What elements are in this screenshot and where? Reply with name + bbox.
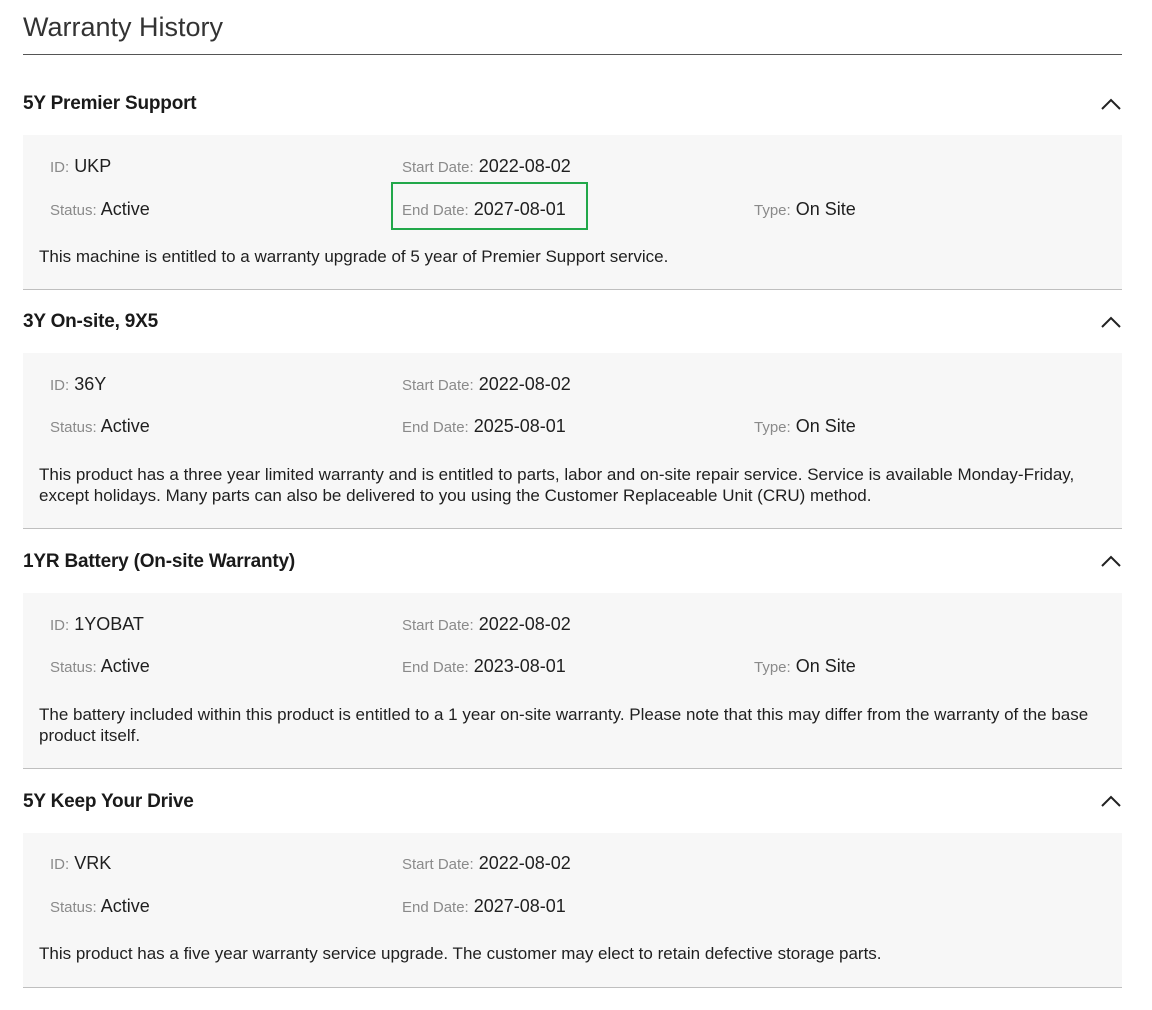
type-field: Type: On Site (754, 416, 856, 436)
warranty-section-keep-your-drive: 5Y Keep Your Drive ID: VRK Start Date: 2… (23, 769, 1122, 988)
type-value: On Site (795, 656, 856, 676)
end-date-label: End Date (402, 202, 465, 219)
end-date-field: End Date: 2023-08-01 (402, 656, 566, 676)
status-field: Status: Active (50, 416, 150, 436)
type-value: On Site (795, 416, 856, 436)
type-field: Type: On Site (754, 199, 856, 219)
end-date-value: 2027-08-01 (473, 896, 566, 916)
end-date-label: End Date (402, 899, 465, 916)
status-label: Status (50, 899, 93, 916)
status-field: Status: Active (50, 656, 150, 676)
section-title: 5Y Keep Your Drive (23, 791, 194, 812)
id-label: ID (50, 617, 65, 634)
section-body: ID: 36Y Start Date: 2022-08-02 Status: A… (23, 353, 1122, 529)
id-value: 36Y (74, 374, 107, 394)
id-field: ID: 1YOBAT (50, 614, 144, 634)
warranty-section-premier-support: 5Y Premier Support ID: UKP Start Date: 2… (23, 55, 1122, 290)
id-field: ID: UKP (50, 156, 112, 176)
start-date-value: 2022-08-02 (478, 156, 571, 176)
section-title: 1YR Battery (On-site Warranty) (23, 551, 296, 572)
chevron-up-icon[interactable] (1100, 315, 1122, 329)
chevron-up-icon[interactable] (1100, 794, 1122, 808)
status-label: Status (50, 202, 93, 219)
status-label: Status (50, 659, 93, 676)
warranty-section-onsite-9x5: 3Y On-site, 9X5 ID: 36Y Start Date: 2022… (23, 290, 1122, 529)
status-value: Active (100, 416, 150, 436)
end-date-field: End Date: 2027-08-01 (402, 199, 566, 219)
start-date-label: Start Date (402, 856, 470, 873)
status-field: Status: Active (50, 896, 150, 916)
section-body: ID: VRK Start Date: 2022-08-02 Status: A… (23, 833, 1122, 988)
status-value: Active (100, 199, 150, 219)
type-label: Type (754, 202, 787, 219)
status-value: Active (100, 896, 150, 916)
chevron-up-icon[interactable] (1100, 97, 1122, 111)
warranty-history-page: Warranty History 5Y Premier Support ID: … (23, 0, 1122, 988)
start-date-value: 2022-08-02 (478, 853, 571, 873)
section-title: 3Y On-site, 9X5 (23, 311, 158, 332)
start-date-field: Start Date: 2022-08-02 (402, 156, 571, 176)
id-value: UKP (74, 156, 112, 176)
id-label: ID (50, 159, 65, 176)
status-value: Active (100, 656, 150, 676)
chevron-up-icon[interactable] (1100, 554, 1122, 568)
warranty-section-battery: 1YR Battery (On-site Warranty) ID: 1YOBA… (23, 529, 1122, 769)
type-label: Type (754, 659, 787, 676)
end-date-label: End Date (402, 419, 465, 436)
section-title: 5Y Premier Support (23, 93, 197, 114)
section-description: This machine is entitled to a warranty u… (39, 247, 669, 266)
section-description: The battery included within this product… (39, 705, 1089, 745)
start-date-field: Start Date: 2022-08-02 (402, 853, 571, 873)
id-value: VRK (74, 853, 112, 873)
end-date-field: End Date: 2027-08-01 (402, 896, 566, 916)
end-date-value: 2023-08-01 (473, 656, 566, 676)
start-date-value: 2022-08-02 (478, 614, 571, 634)
id-field: ID: 36Y (50, 374, 107, 394)
type-label: Type (754, 419, 787, 436)
start-date-label: Start Date (402, 377, 470, 394)
start-date-field: Start Date: 2022-08-02 (402, 614, 571, 634)
type-value: On Site (795, 199, 856, 219)
id-field: ID: VRK (50, 853, 112, 873)
section-description: This product has a three year limited wa… (39, 465, 1075, 505)
status-label: Status (50, 419, 93, 436)
start-date-label: Start Date (402, 617, 470, 634)
end-date-label: End Date (402, 659, 465, 676)
section-header[interactable]: 5Y Premier Support (23, 55, 1122, 135)
section-description: This product has a five year warranty se… (39, 944, 882, 963)
page-title: Warranty History (23, 0, 1122, 55)
section-body: ID: UKP Start Date: 2022-08-02 Status: A… (23, 135, 1122, 290)
id-label: ID (50, 377, 65, 394)
type-field: Type: On Site (754, 656, 856, 676)
id-value: 1YOBAT (74, 614, 144, 634)
start-date-value: 2022-08-02 (478, 374, 571, 394)
start-date-label: Start Date (402, 159, 470, 176)
end-date-value: 2025-08-01 (473, 416, 566, 436)
id-label: ID (50, 856, 65, 873)
section-header[interactable]: 3Y On-site, 9X5 (23, 290, 1122, 353)
section-body: ID: 1YOBAT Start Date: 2022-08-02 Status… (23, 593, 1122, 769)
end-date-value: 2027-08-01 (473, 199, 566, 219)
section-header[interactable]: 5Y Keep Your Drive (23, 769, 1122, 833)
section-header[interactable]: 1YR Battery (On-site Warranty) (23, 529, 1122, 593)
end-date-field: End Date: 2025-08-01 (402, 416, 566, 436)
start-date-field: Start Date: 2022-08-02 (402, 374, 571, 394)
status-field: Status: Active (50, 199, 150, 219)
